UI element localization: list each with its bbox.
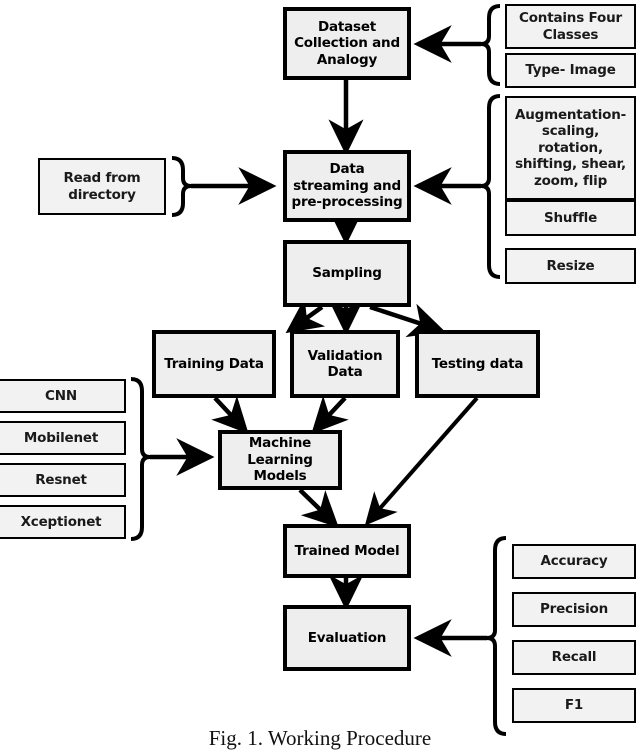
side-preprocessing-0-label: Augmentation- scaling, rotation, shiftin… [514,106,627,189]
side-preprocessing-2[interactable]: Resize [505,248,636,284]
side-model-architecture-0[interactable]: CNN [0,379,126,413]
node-sampling-label: Sampling [312,265,382,282]
side-evaluation-metric-3[interactable]: F1 [512,688,636,723]
side-evaluation-metric-2-label: Recall [551,649,597,666]
node-evaluation[interactable]: Evaluation [283,605,411,671]
side-evaluation-metric-2[interactable]: Recall [512,640,636,675]
node-trained-model-label: Trained Model [294,542,400,559]
node-data-streaming-label: Data streaming and pre-processing [291,161,403,211]
node-training-data-label: Training Data [164,355,264,372]
side-model-architecture-3-label: Xceptionet [20,513,102,530]
working-procedure-flowchart: Dataset Collection and Analogy Data stre… [0,0,640,754]
side-model-architecture-1-label: Mobilenet [23,429,99,446]
side-model-architecture-2-label: Resnet [35,471,87,488]
node-testing-data[interactable]: Testing data [415,330,540,398]
side-preprocessing-1[interactable]: Shuffle [505,200,636,236]
side-model-architecture-1[interactable]: Mobilenet [0,421,126,455]
node-sampling[interactable]: Sampling [283,240,411,307]
node-data-streaming[interactable]: Data streaming and pre-processing [283,150,411,222]
node-machine-learning-models[interactable]: Machine Learning Models [218,430,342,490]
node-training-data[interactable]: Training Data [152,330,276,398]
side-preprocessing-1-label: Shuffle [543,209,598,226]
side-dataset-property-1[interactable]: Type- Image [505,53,636,88]
side-model-architecture-0-label: CNN [45,387,77,404]
node-dataset-collection[interactable]: Dataset Collection and Analogy [283,7,411,80]
side-evaluation-metric-1[interactable]: Precision [512,592,636,627]
figure-caption: Fig. 1. Working Procedure [208,726,432,750]
side-dataset-property-0-label: Contains Four Classes [519,10,622,43]
node-evaluation-label: Evaluation [307,629,387,646]
node-testing-data-label: Testing data [431,355,524,372]
side-read-from-directory-label: Read from directory [63,170,141,203]
side-preprocessing-0[interactable]: Augmentation- scaling, rotation, shiftin… [505,96,636,200]
side-model-architecture-2[interactable]: Resnet [0,463,126,497]
side-model-architecture-3[interactable]: Xceptionet [0,505,126,539]
side-evaluation-metric-3-label: F1 [564,697,584,714]
side-evaluation-metric-1-label: Precision [539,601,609,618]
side-read-from-directory[interactable]: Read from directory [38,158,166,215]
node-dataset-collection-label: Dataset Collection and Analogy [294,18,400,68]
node-validation-data-label: Validation Data [307,347,383,380]
node-validation-data[interactable]: Validation Data [290,330,400,398]
side-evaluation-metric-0-label: Accuracy [540,553,608,570]
side-dataset-property-0[interactable]: Contains Four Classes [505,4,636,49]
node-machine-learning-models-label: Machine Learning Models [247,435,313,485]
side-preprocessing-2-label: Resize [546,257,595,274]
node-trained-model[interactable]: Trained Model [283,524,411,578]
side-dataset-property-1-label: Type- Image [525,62,616,79]
side-evaluation-metric-0[interactable]: Accuracy [512,544,636,579]
